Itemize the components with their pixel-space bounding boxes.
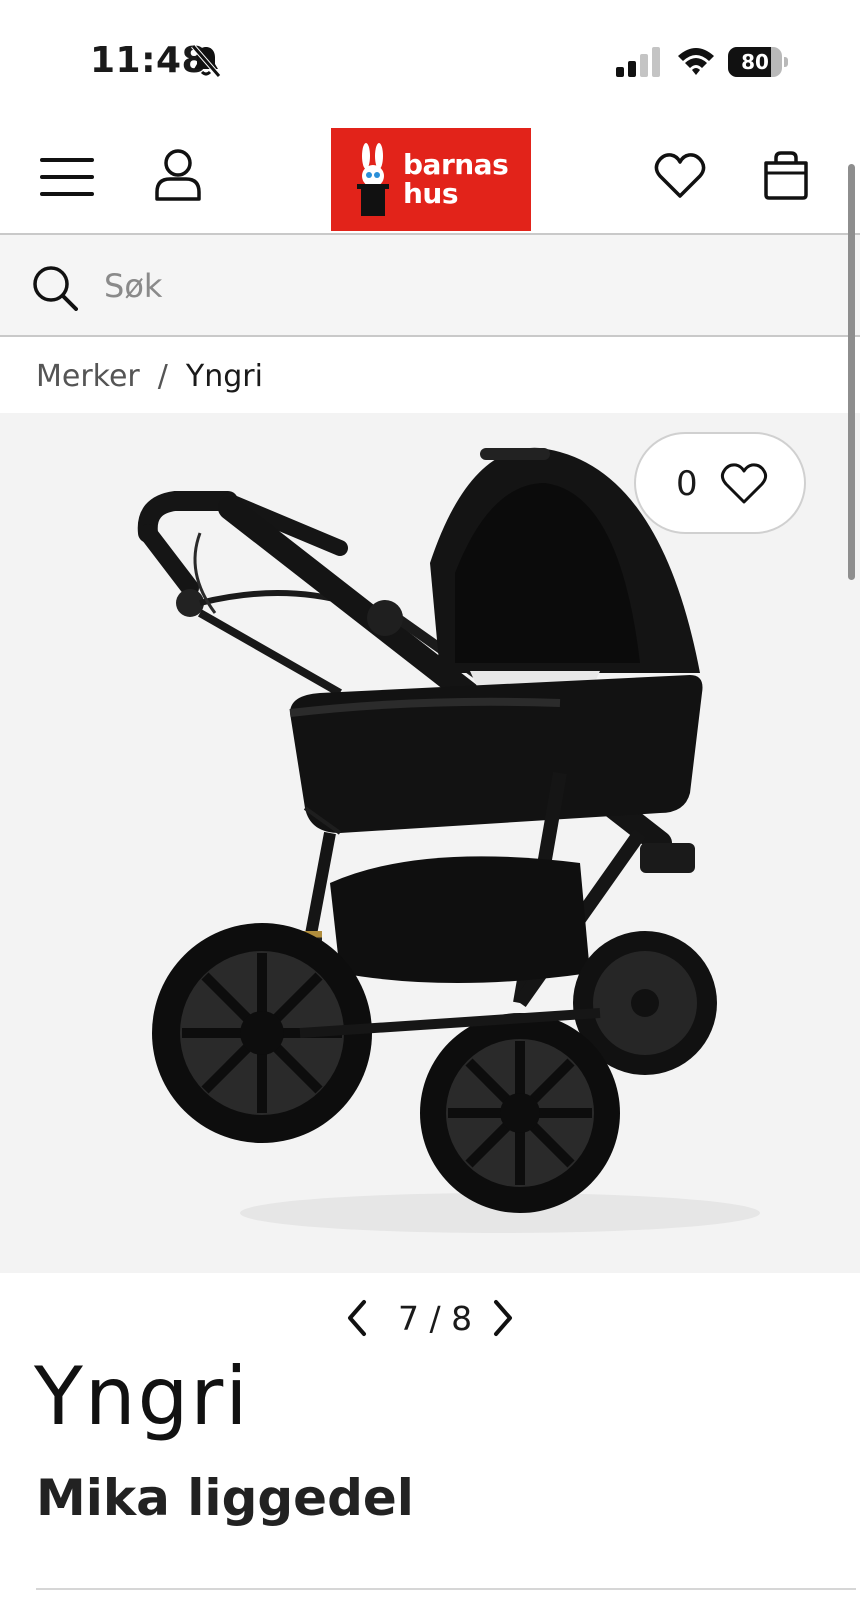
- heart-icon[interactable]: [654, 152, 706, 200]
- breadcrumb-separator: /: [157, 359, 168, 394]
- gallery-total: 8: [451, 1299, 473, 1338]
- barnas-hus-logo[interactable]: barnas hus: [331, 128, 531, 231]
- bell-slash-icon: [191, 44, 221, 78]
- like-count: 0: [676, 464, 698, 504]
- breadcrumb-current: Yngri: [185, 359, 263, 394]
- logo-line2: hus: [403, 177, 459, 210]
- divider: [36, 1588, 856, 1590]
- breadcrumb: Merker / Yngri: [36, 354, 263, 400]
- product-image[interactable]: [0, 413, 860, 1273]
- status-bar: 11:48 80: [0, 0, 860, 110]
- logo-line1: barnas: [403, 148, 509, 181]
- bunny-hat-logo-icon: [357, 143, 389, 216]
- breadcrumb-link-merker[interactable]: Merker: [36, 359, 140, 394]
- wifi-icon: [678, 48, 714, 75]
- brand-logo[interactable]: Yngri: [34, 1352, 284, 1442]
- search-icon[interactable]: [32, 265, 78, 311]
- brand-name: Yngri: [34, 1350, 250, 1443]
- stroller-photo: [137, 447, 760, 1233]
- like-counter-button[interactable]: 0: [634, 432, 806, 534]
- battery-icon: 80: [728, 47, 788, 77]
- menu-icon[interactable]: [38, 154, 96, 200]
- product-title: Mika liggedel: [36, 1469, 414, 1527]
- user-icon[interactable]: [152, 148, 204, 202]
- shopping-bag-icon[interactable]: [762, 150, 810, 200]
- gallery-current: 7: [397, 1299, 419, 1338]
- cellular-signal-icon: [616, 47, 660, 77]
- chevron-left-icon[interactable]: [340, 1298, 374, 1338]
- search-input[interactable]: [104, 257, 804, 315]
- search-bar: [0, 233, 860, 337]
- gallery-position: 7 / 8: [390, 1294, 480, 1344]
- battery-percent: 80: [741, 50, 769, 74]
- gallery-pager: 7 / 8: [340, 1294, 520, 1344]
- logo-text: barnas hus: [403, 148, 509, 210]
- heart-outline-icon: [720, 463, 768, 504]
- page-scrollbar[interactable]: [848, 164, 855, 580]
- site-header: barnas hus: [0, 110, 860, 232]
- chevron-right-icon[interactable]: [486, 1298, 520, 1338]
- gallery-separator: /: [429, 1299, 441, 1338]
